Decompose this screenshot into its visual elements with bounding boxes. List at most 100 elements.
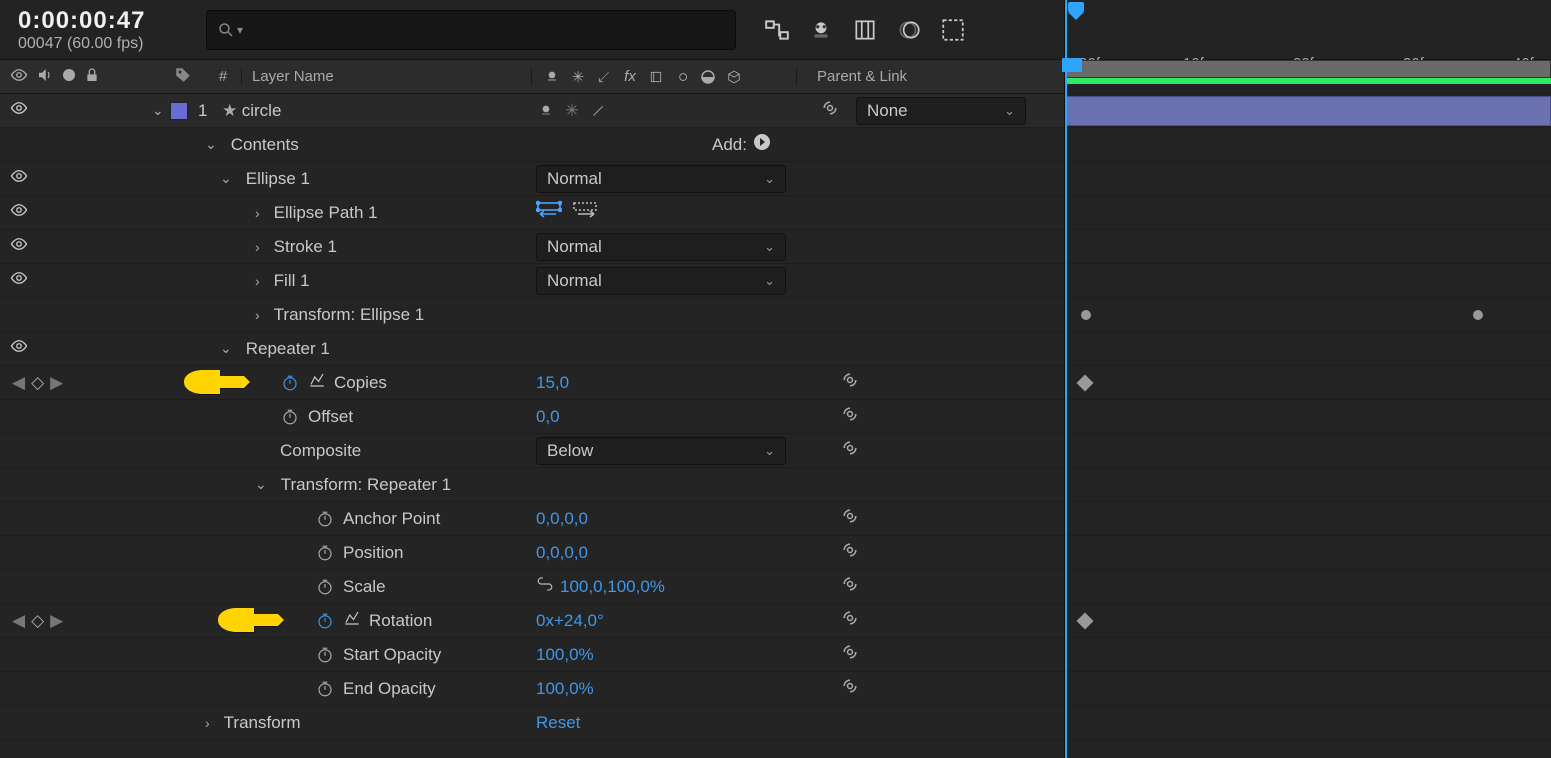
pickwhip-icon[interactable] [840, 438, 860, 463]
stroke-mode-dropdown[interactable]: Normal⌄ [536, 233, 786, 261]
pickwhip-icon[interactable] [840, 506, 860, 531]
pickwhip-icon[interactable] [840, 608, 860, 633]
keyframe-diamond-icon[interactable] [1077, 613, 1094, 630]
fill-row[interactable]: ›Fill 1 Normal⌄ [0, 264, 1064, 298]
keyframe-nav[interactable]: ◀◇▶ [0, 373, 100, 393]
fill-mode-dropdown[interactable]: Normal⌄ [536, 267, 786, 295]
twirl-down-icon[interactable]: ⌄ [220, 170, 232, 187]
stopwatch-icon[interactable] [315, 543, 335, 563]
time-ruler[interactable]: :00f 10f 20f 30f 40f [1065, 0, 1551, 60]
stopwatch-icon[interactable] [315, 611, 335, 631]
twirl-down-icon[interactable]: ⌄ [255, 476, 267, 493]
ellipse-path-row[interactable]: ›Ellipse Path 1 [0, 196, 1064, 230]
pickwhip-icon[interactable] [840, 540, 860, 565]
timeline-area[interactable]: :00f 10f 20f 30f 40f [1065, 0, 1551, 758]
twirl-down-icon[interactable]: ⌄ [205, 136, 217, 153]
parent-dropdown[interactable]: None⌄ [856, 97, 1026, 125]
frame-blend-icon[interactable] [852, 17, 878, 43]
twirl-down-icon[interactable]: ⌄ [220, 340, 232, 357]
position-value[interactable]: 0,0,0,0 [536, 543, 588, 563]
contents-row[interactable]: ⌄Contents Add: [0, 128, 1064, 162]
start-opacity-value[interactable]: 100,0% [536, 645, 594, 665]
end-opacity-value[interactable]: 100,0% [536, 679, 594, 699]
search-input[interactable]: ▾ [206, 10, 736, 50]
position-property-row[interactable]: Position 0,0,0,0 [0, 536, 1064, 570]
path-direction-reverse-icon[interactable] [572, 200, 598, 225]
stopwatch-icon[interactable] [280, 407, 300, 427]
work-area-bar[interactable] [1065, 60, 1551, 78]
repeater-group-row[interactable]: ⌄Repeater 1 [0, 332, 1064, 366]
layer-row-circle[interactable]: ⌄ 1 ★ circle ✳ None⌄ [0, 94, 1064, 128]
layer-index: 1 [188, 101, 218, 121]
rotation-property-row[interactable]: ◀◇▶ Rotation 0x+24,0° [0, 604, 1064, 638]
twirl-right-icon[interactable]: › [255, 273, 260, 289]
layer-color-swatch[interactable] [170, 102, 188, 120]
eye-icon[interactable] [10, 167, 28, 190]
constrain-proportions-icon[interactable] [536, 575, 554, 598]
path-direction-icon[interactable] [536, 200, 562, 225]
pickwhip-icon[interactable] [840, 370, 860, 395]
anchor-property-row[interactable]: Anchor Point 0,0,0,0 [0, 502, 1064, 536]
pickwhip-icon[interactable] [840, 574, 860, 599]
stroke-row[interactable]: ›Stroke 1 Normal⌄ [0, 230, 1064, 264]
transform-layer-row[interactable]: ›Transform Reset [0, 706, 1064, 740]
end-opacity-property-row[interactable]: End Opacity 100,0% [0, 672, 1064, 706]
twirl-right-icon[interactable]: › [255, 205, 260, 221]
current-time-indicator[interactable] [1065, 0, 1067, 758]
eye-icon[interactable] [10, 201, 28, 224]
add-button-icon[interactable] [753, 133, 771, 156]
layer-duration-bar[interactable] [1065, 96, 1551, 126]
graph-editor-icon[interactable] [940, 17, 966, 43]
pickwhip-icon[interactable] [840, 404, 860, 429]
composite-dropdown[interactable]: Below⌄ [536, 437, 786, 465]
pickwhip-icon[interactable] [820, 98, 840, 123]
copies-property-row[interactable]: ◀◇▶ Copies 15,0 [0, 366, 1064, 400]
lock-header-icon[interactable] [84, 67, 100, 87]
audio-header-icon[interactable] [36, 66, 54, 88]
rotation-value[interactable]: 0x+24,0° [536, 611, 604, 631]
twirl-right-icon[interactable]: › [255, 307, 260, 323]
anchor-value[interactable]: 0,0,0,0 [536, 509, 588, 529]
pickwhip-icon[interactable] [840, 642, 860, 667]
scale-property-row[interactable]: Scale 100,0,100,0% [0, 570, 1064, 604]
keyframe-diamond-icon[interactable] [1077, 375, 1094, 392]
eye-icon[interactable] [10, 235, 28, 258]
keyframe-marker[interactable] [1081, 310, 1091, 320]
ellipse-group-row[interactable]: ⌄Ellipse 1 Normal⌄ [0, 162, 1064, 196]
blend-mode-dropdown[interactable]: Normal⌄ [536, 165, 786, 193]
composition-flowchart-icon[interactable] [764, 17, 790, 43]
stopwatch-icon[interactable] [315, 577, 335, 597]
solo-header-icon[interactable] [62, 68, 76, 86]
twirl-right-icon[interactable]: › [205, 715, 210, 731]
eye-icon[interactable] [10, 337, 28, 360]
shy-layers-icon[interactable] [808, 17, 834, 43]
offset-value[interactable]: 0,0 [536, 407, 560, 427]
stopwatch-icon[interactable] [315, 645, 335, 665]
start-opacity-property-row[interactable]: Start Opacity 100,0% [0, 638, 1064, 672]
transform-ellipse-row[interactable]: ›Transform: Ellipse 1 [0, 298, 1064, 332]
offset-property-row[interactable]: Offset 0,0 [0, 400, 1064, 434]
playhead-icon[interactable] [1065, 0, 1087, 22]
graph-icon[interactable] [308, 371, 326, 394]
pickwhip-icon[interactable] [840, 676, 860, 701]
transform-repeater-row[interactable]: ⌄Transform: Repeater 1 [0, 468, 1064, 502]
workarea-start-icon[interactable] [1062, 58, 1082, 72]
graph-icon[interactable] [343, 609, 361, 632]
stopwatch-icon[interactable] [315, 679, 335, 699]
copies-value[interactable]: 15,0 [536, 373, 569, 393]
composite-property-row[interactable]: Composite Below⌄ [0, 434, 1064, 468]
twirl-right-icon[interactable]: › [255, 239, 260, 255]
eye-icon[interactable] [10, 269, 28, 292]
twirl-down-icon[interactable]: ⌄ [152, 102, 164, 119]
scale-value[interactable]: 100,0,100,0% [560, 577, 665, 597]
eye-icon[interactable] [10, 99, 28, 122]
keyframe-marker[interactable] [1473, 310, 1483, 320]
stopwatch-icon[interactable] [280, 373, 300, 393]
keyframe-nav[interactable]: ◀◇▶ [0, 611, 100, 631]
eye-header-icon[interactable] [10, 66, 28, 88]
layer-name[interactable]: circle [242, 101, 282, 121]
stopwatch-icon[interactable] [315, 509, 335, 529]
current-timecode[interactable]: 0:00:00:47 [18, 7, 198, 35]
reset-link[interactable]: Reset [536, 713, 580, 733]
motion-blur-icon[interactable] [896, 17, 922, 43]
